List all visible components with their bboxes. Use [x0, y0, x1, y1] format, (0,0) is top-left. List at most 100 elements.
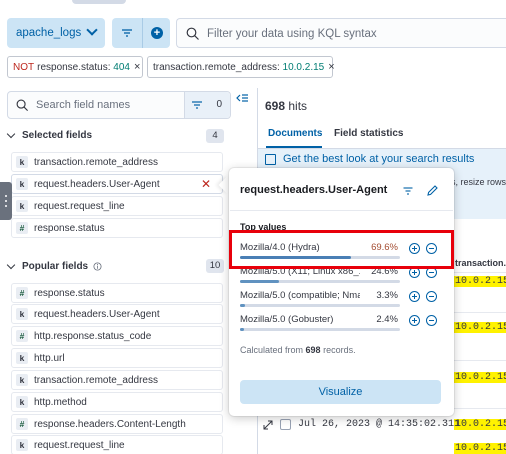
filter-for-value-icon[interactable]	[409, 315, 420, 326]
keyword-type-icon: k	[16, 396, 28, 408]
table-icon	[265, 154, 276, 165]
filter-pill-response-status[interactable]: NOT response.status: 404 ×	[7, 56, 143, 78]
filter-out-value-icon[interactable]	[426, 315, 437, 326]
keyword-type-icon: k	[16, 156, 28, 168]
edit-pencil-icon[interactable]	[426, 184, 439, 197]
popular-field-item[interactable]: # response.status	[11, 283, 223, 303]
popular-fields-count: 10	[206, 259, 224, 273]
keyword-type-icon: k	[16, 439, 28, 451]
selected-fields-toggle[interactable]: Selected fields	[6, 129, 93, 141]
keyword-type-icon: k	[16, 374, 28, 386]
collapse-sidebar-icon[interactable]	[236, 93, 248, 103]
filter-icon	[122, 29, 132, 37]
tab-field-statistics[interactable]: Field statistics	[334, 128, 403, 139]
field-name: request.headers.User-Agent	[34, 178, 160, 190]
data-view-picker[interactable]: apache_logs	[7, 18, 105, 48]
records-suffix: records.	[323, 345, 356, 355]
remove-filter-icon[interactable]: ×	[134, 61, 140, 73]
highlight-annotation-box	[229, 230, 454, 269]
number-type-icon: #	[16, 418, 28, 430]
popular-field-item[interactable]: # http.response.status_code	[11, 326, 223, 346]
keyword-type-icon: k	[16, 352, 28, 364]
field-name: response.headers.Content-Length	[34, 418, 186, 430]
header-fragment	[72, 0, 126, 4]
keyword-type-icon: k	[16, 308, 28, 320]
keyword-type-icon: k	[16, 178, 28, 190]
popover-field-name: request.headers.User-Agent	[240, 184, 388, 196]
selected-field-item[interactable]: # response.status	[11, 218, 223, 238]
filter-pill-remote-address[interactable]: transaction.remote_address: 10.0.2.15 ×	[147, 56, 335, 78]
field-name: transaction.remote_address	[34, 374, 158, 386]
search-icon	[16, 99, 29, 112]
add-filter-button[interactable]: +	[142, 18, 170, 48]
filter-field: transaction.remote_address:	[153, 61, 280, 73]
popular-fields-title: Popular fields	[22, 261, 89, 272]
top-value-bar-track	[240, 328, 400, 331]
number-type-icon: #	[16, 330, 28, 342]
calculated-from-note: Calculated from 698 records.	[240, 345, 356, 355]
selected-field-item[interactable]: k request.request_line	[11, 196, 223, 216]
top-value-bar-fill	[240, 280, 280, 283]
plus-icon: +	[151, 27, 163, 39]
filter-for-value-icon[interactable]	[409, 291, 420, 302]
field-name: http.response.status_code	[34, 330, 152, 342]
calculated-prefix: Calculated from	[240, 345, 304, 355]
field-name: response.status	[34, 222, 105, 234]
field-name: request.request_line	[34, 439, 125, 451]
column-header[interactable]: transaction.	[455, 258, 506, 268]
field-filter-button[interactable]: 0	[184, 92, 230, 118]
popover-divider	[230, 210, 453, 211]
field-drag-handle[interactable]	[0, 182, 12, 220]
filter-negation-label: NOT	[13, 61, 35, 73]
tab-documents[interactable]: Documents	[268, 128, 322, 139]
remove-filter-icon[interactable]: ×	[328, 61, 334, 73]
popular-field-item[interactable]: k request.request_line	[11, 435, 223, 454]
chevron-down-icon	[6, 260, 16, 270]
popular-field-item[interactable]: k request.headers.User-Agent	[11, 304, 223, 324]
grip-dot	[5, 195, 7, 197]
kql-input[interactable]	[207, 25, 497, 43]
selected-fields-count: 4	[206, 129, 224, 143]
popular-field-item[interactable]: k http.url	[11, 348, 223, 368]
top-value-bar-track	[240, 280, 400, 283]
top-value-label: Mozilla/5.0 (compatible; Nma...	[240, 290, 360, 301]
popular-fields-toggle[interactable]: Popular fields	[6, 260, 102, 272]
top-strip	[0, 0, 506, 10]
hits-label: hits	[288, 99, 308, 113]
filter-icon[interactable]	[402, 185, 414, 197]
ip-value: 10.0.2.15	[454, 419, 506, 430]
hits-count: 698 hits	[265, 99, 307, 113]
grip-dot	[5, 205, 7, 207]
field-name: transaction.remote_address	[34, 156, 158, 168]
popular-field-item[interactable]: # response.headers.Content-Length	[11, 414, 223, 434]
filter-menu-button[interactable]	[112, 18, 142, 48]
filter-out-value-icon[interactable]	[426, 291, 437, 302]
expand-row-icon[interactable]	[263, 420, 273, 430]
top-value-bar-track	[240, 304, 400, 307]
visualize-button[interactable]: Visualize	[240, 380, 441, 404]
top-value-row: Mozilla/5.0 (compatible; Nma... 3.3%	[240, 288, 400, 310]
field-name: request.request_line	[34, 200, 125, 212]
top-value-bar-fill	[240, 304, 246, 307]
selected-field-item[interactable]: k transaction.remote_address	[11, 152, 223, 172]
field-name: http.method	[34, 396, 87, 408]
callout-title: Get the best look at your search results	[283, 153, 475, 165]
record-count: 698	[305, 345, 321, 355]
info-icon	[93, 262, 102, 271]
field-search-input[interactable]	[36, 97, 176, 113]
search-icon	[186, 27, 199, 40]
field-search-box[interactable]: 0	[7, 91, 231, 119]
keyword-type-icon: k	[16, 200, 28, 212]
row-checkbox[interactable]	[280, 419, 291, 430]
field-name: request.headers.User-Agent	[34, 308, 160, 320]
popular-field-item[interactable]: k transaction.remote_address	[11, 370, 223, 390]
kql-search-box[interactable]	[176, 18, 506, 48]
filter-value: 404	[113, 61, 130, 73]
selected-fields-title: Selected fields	[22, 130, 93, 141]
chevron-down-icon	[6, 129, 16, 139]
selected-field-item[interactable]: k request.headers.User-Agent ✕	[11, 174, 223, 194]
remove-field-icon[interactable]: ✕	[201, 177, 211, 191]
top-value-percent: 2.4%	[376, 314, 398, 325]
popular-field-item[interactable]: k http.method	[11, 392, 223, 412]
top-value-percent: 3.3%	[376, 290, 398, 301]
